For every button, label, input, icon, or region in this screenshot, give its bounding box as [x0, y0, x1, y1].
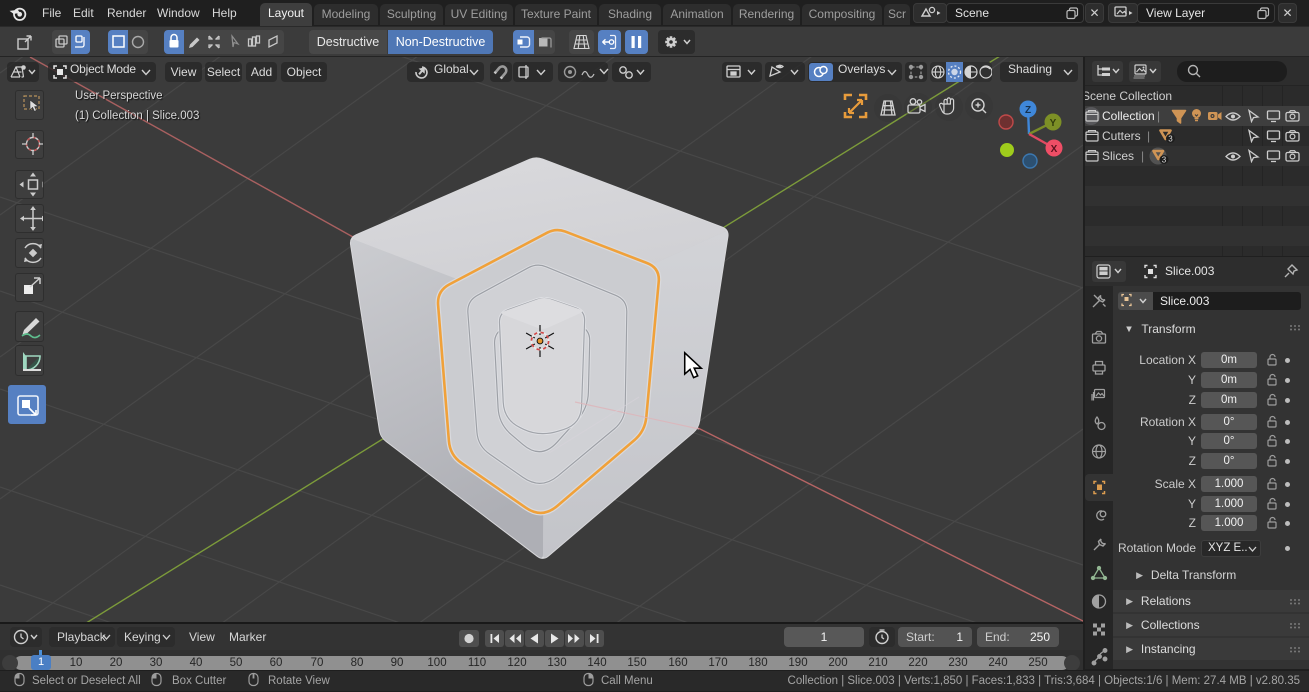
- svg-text:3: 3: [1162, 156, 1167, 165]
- svg-text:3: 3: [1168, 135, 1173, 144]
- svg-text:X: X: [1051, 144, 1058, 155]
- svg-text:Z: Z: [1025, 105, 1031, 116]
- svg-text:Y: Y: [1050, 118, 1057, 129]
